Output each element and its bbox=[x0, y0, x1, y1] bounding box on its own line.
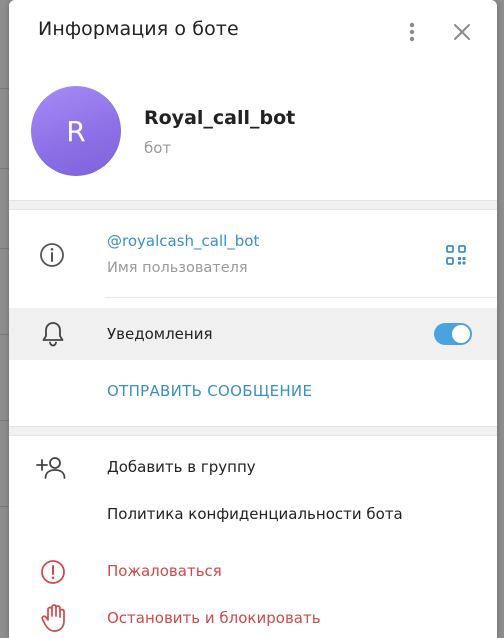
report-label: Пожаловаться bbox=[107, 562, 222, 580]
report-item[interactable]: Пожаловаться bbox=[9, 550, 497, 594]
bot-type-label: бот bbox=[144, 139, 172, 157]
info-divider bbox=[105, 297, 497, 298]
avatar-letter: R bbox=[66, 114, 86, 148]
report-icon bbox=[39, 558, 67, 590]
bell-icon bbox=[40, 320, 66, 352]
stop-and-block-item[interactable]: Остановить и блокировать bbox=[9, 597, 497, 638]
kebab-vertical-icon[interactable] bbox=[403, 20, 421, 44]
username-link[interactable]: @royalcash_call_bot bbox=[107, 232, 259, 250]
add-user-icon bbox=[36, 454, 68, 486]
send-message-button[interactable]: ОТПРАВИТЬ СООБЩЕНИЕ bbox=[107, 382, 312, 400]
section-separator bbox=[9, 200, 497, 210]
bot-profile: R Royal_call_bot бот bbox=[9, 64, 497, 200]
avatar[interactable]: R bbox=[31, 86, 121, 176]
close-icon[interactable] bbox=[450, 20, 474, 44]
notifications-row[interactable]: Уведомления bbox=[9, 308, 497, 360]
notifications-toggle[interactable] bbox=[434, 323, 472, 345]
add-to-group-item[interactable]: Добавить в группу bbox=[9, 446, 497, 490]
privacy-policy-item[interactable]: Политика конфиденциальности бота bbox=[9, 493, 497, 537]
section-separator bbox=[9, 426, 497, 436]
panel-header: Информация о боте bbox=[9, 0, 497, 64]
bot-info-panel: Информация о боте R Royal_call_bot бот @… bbox=[9, 0, 497, 638]
hand-stop-icon bbox=[40, 603, 66, 637]
panel-title: Информация о боте bbox=[38, 18, 239, 40]
add-to-group-label: Добавить в группу bbox=[107, 458, 256, 476]
stop-and-block-label: Остановить и блокировать bbox=[107, 609, 321, 627]
username-caption: Имя пользователя bbox=[107, 260, 248, 276]
notifications-label: Уведомления bbox=[107, 325, 213, 343]
qr-code-icon[interactable] bbox=[445, 244, 467, 266]
toggle-knob bbox=[452, 325, 470, 343]
privacy-policy-label: Политика конфиденциальности бота bbox=[107, 505, 403, 523]
bot-name: Royal_call_bot bbox=[144, 107, 296, 129]
info-circle-icon bbox=[38, 241, 66, 273]
